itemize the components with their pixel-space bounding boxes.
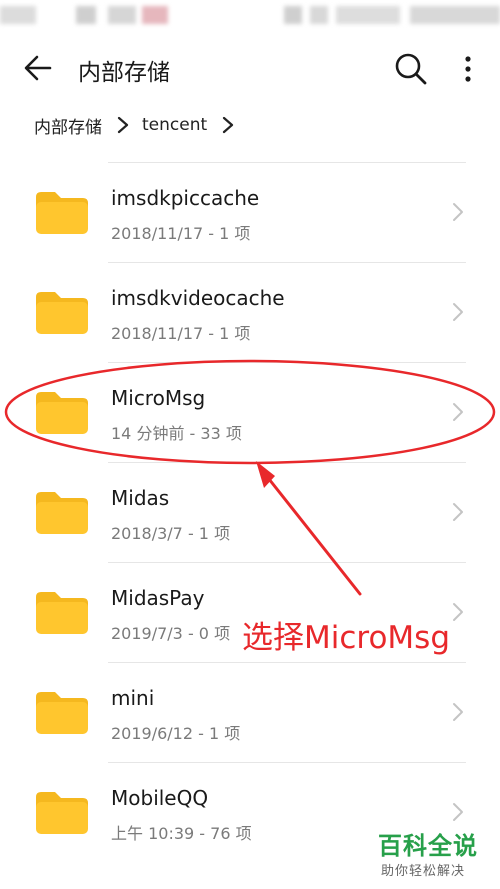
chevron-right-icon bbox=[453, 603, 463, 621]
chevron-right-icon bbox=[453, 403, 463, 421]
breadcrumb: 内部存储 tencent bbox=[34, 110, 247, 140]
folder-item-mini[interactable]: mini 2019/6/12 - 1 项 bbox=[0, 662, 500, 762]
status-bar-blur bbox=[310, 6, 328, 24]
status-bar-blur bbox=[76, 6, 96, 24]
folder-name: MidasPay bbox=[111, 586, 205, 610]
status-bar-blur bbox=[336, 6, 400, 24]
folder-meta: 2019/7/3 - 0 项 bbox=[111, 624, 231, 643]
folder-item-imsdkvideocache[interactable]: imsdkvideocache 2018/11/17 - 1 项 bbox=[0, 262, 500, 362]
folder-meta: 2018/11/17 - 1 项 bbox=[111, 224, 251, 243]
folder-icon bbox=[36, 592, 88, 634]
folder-name: mini bbox=[111, 686, 155, 710]
folder-item-micromsg[interactable]: MicroMsg 14 分钟前 - 33 项 bbox=[0, 362, 500, 462]
status-bar-blur bbox=[284, 6, 302, 24]
chevron-right-icon bbox=[453, 703, 463, 721]
chevron-right-icon bbox=[453, 203, 463, 221]
status-bar-blur bbox=[142, 6, 168, 24]
app-bar: 内部存储 bbox=[0, 40, 500, 96]
search-icon[interactable] bbox=[393, 51, 429, 87]
breadcrumb-item-tencent[interactable]: tencent bbox=[142, 115, 207, 135]
watermark-subtitle: 助你轻松解决 bbox=[381, 864, 466, 879]
folder-icon bbox=[36, 692, 88, 734]
status-bar-blur bbox=[410, 6, 500, 24]
chevron-right-icon bbox=[117, 116, 129, 134]
status-bar-blur bbox=[0, 6, 36, 24]
status-bar bbox=[0, 0, 500, 28]
more-vertical-icon[interactable] bbox=[456, 51, 480, 87]
folder-meta: 14 分钟前 - 33 项 bbox=[111, 424, 242, 443]
chevron-right-icon bbox=[453, 803, 463, 821]
folder-meta: 上午 10:39 - 76 项 bbox=[111, 824, 252, 843]
folder-item-midas[interactable]: Midas 2018/3/7 - 1 项 bbox=[0, 462, 500, 562]
breadcrumb-item-internal-storage[interactable]: 内部存储 bbox=[34, 113, 102, 138]
folder-name: imsdkvideocache bbox=[111, 286, 285, 310]
status-bar-blur bbox=[108, 6, 136, 24]
folder-icon bbox=[36, 292, 88, 334]
folder-name: Midas bbox=[111, 486, 170, 510]
folder-name: imsdkpiccache bbox=[111, 186, 260, 210]
folder-icon bbox=[36, 492, 88, 534]
chevron-right-icon bbox=[453, 503, 463, 521]
folder-name: MicroMsg bbox=[111, 386, 206, 410]
folder-item-imsdkpiccache[interactable]: imsdkpiccache 2018/11/17 - 1 项 bbox=[0, 162, 500, 262]
folder-icon bbox=[36, 392, 88, 434]
watermark-title: 百科全说 bbox=[378, 832, 478, 860]
folder-meta: 2019/6/12 - 1 项 bbox=[111, 724, 241, 743]
folder-list: imsdkpiccache 2018/11/17 - 1 项 imsdkvide… bbox=[0, 162, 500, 862]
chevron-right-icon bbox=[223, 116, 234, 134]
folder-icon bbox=[36, 792, 88, 834]
folder-icon bbox=[36, 192, 88, 234]
page-title: 内部存储 bbox=[78, 60, 170, 86]
folder-name: MobileQQ bbox=[111, 786, 209, 810]
folder-meta: 2018/11/17 - 1 项 bbox=[111, 324, 251, 343]
annotation-label: 选择MicroMsg bbox=[240, 612, 453, 657]
arrow-left-icon[interactable] bbox=[22, 52, 54, 84]
chevron-right-icon bbox=[453, 303, 463, 321]
folder-meta: 2018/3/7 - 1 项 bbox=[111, 524, 231, 543]
